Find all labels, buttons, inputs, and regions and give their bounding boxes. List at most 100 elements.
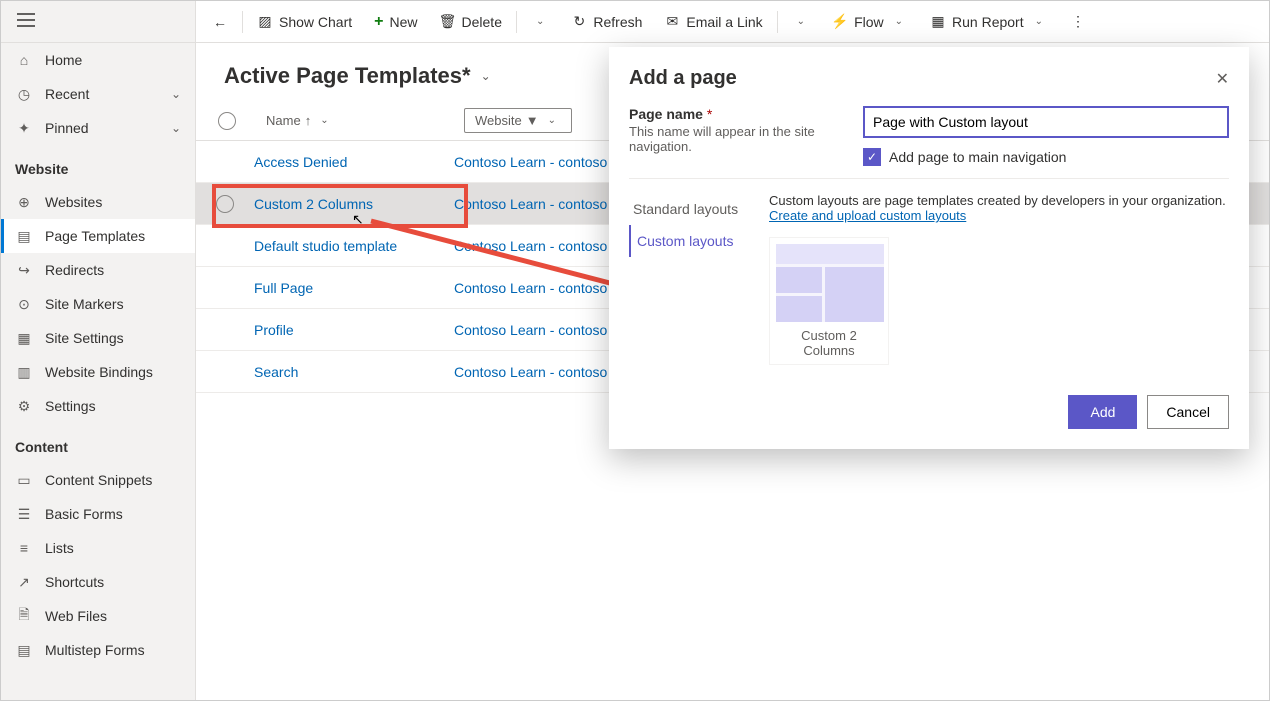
- cell-name: Default studio template: [254, 238, 454, 254]
- nav-label: Site Settings: [45, 330, 124, 346]
- report-icon: ▦: [930, 14, 946, 30]
- snippet-icon: ▭: [15, 471, 33, 489]
- dialog-title: Add a page: [629, 67, 737, 90]
- delete-dropdown[interactable]: ⌄: [521, 12, 559, 31]
- hamburger-button[interactable]: [1, 1, 195, 43]
- cell-website: Contoso Learn - contoso: [454, 154, 607, 170]
- checkbox-checked-icon: ✓: [863, 148, 881, 166]
- nav-shortcuts[interactable]: ↗ Shortcuts: [1, 565, 195, 599]
- email-dropdown[interactable]: ⌄: [782, 12, 820, 31]
- nav-label: Redirects: [45, 262, 104, 278]
- nav-label: Multistep Forms: [45, 642, 145, 658]
- add-nav-checkbox[interactable]: ✓ Add page to main navigation: [863, 148, 1229, 166]
- btn-label: Run Report: [952, 14, 1024, 30]
- checkbox-label: Add page to main navigation: [889, 149, 1066, 165]
- cell-website: Contoso Learn - contoso: [454, 322, 607, 338]
- nav-home[interactable]: ⌂ Home: [1, 43, 195, 77]
- toolbar: ← ▨Show Chart +New 🗑Delete ⌄ ↻Refresh ✉E…: [196, 1, 1269, 43]
- website-link[interactable]: Contoso Learn - contoso: [454, 154, 607, 170]
- chevron-down-icon: ⌄: [171, 87, 181, 101]
- column-website[interactable]: Website ▼⌄: [464, 108, 572, 133]
- nav-label: Shortcuts: [45, 574, 104, 590]
- template-link[interactable]: Default studio template: [254, 238, 397, 254]
- template-link[interactable]: Custom 2 Columns: [254, 196, 373, 212]
- website-link[interactable]: Contoso Learn - contoso: [454, 238, 607, 254]
- create-upload-link[interactable]: Create and upload custom layouts: [769, 208, 966, 223]
- cancel-button[interactable]: Cancel: [1147, 395, 1229, 429]
- nav-label: Pinned: [45, 120, 89, 136]
- binding-icon: ▥: [15, 363, 33, 381]
- tab-standard-layouts[interactable]: Standard layouts: [629, 193, 749, 225]
- back-button[interactable]: ←: [202, 10, 238, 34]
- shortcut-icon: ↗: [15, 573, 33, 591]
- nav-content-snippets[interactable]: ▭Content Snippets: [1, 463, 195, 497]
- cell-name: Custom 2 Columns: [254, 196, 454, 212]
- more-button[interactable]: ⋮: [1060, 10, 1096, 34]
- chevron-down-icon: ⌄: [1030, 16, 1048, 27]
- nav-site-markers[interactable]: ⊙Site Markers: [1, 287, 195, 321]
- nav-pinned[interactable]: ✦Pinned⌄: [1, 111, 195, 145]
- nav-settings[interactable]: ⚙Settings: [1, 389, 195, 423]
- refresh-button[interactable]: ↻Refresh: [561, 10, 652, 34]
- multistep-icon: ▤: [15, 641, 33, 659]
- template-link[interactable]: Profile: [254, 322, 294, 338]
- webfile-icon: 🗎: [15, 607, 33, 625]
- nav-website-bindings[interactable]: ▥Website Bindings: [1, 355, 195, 389]
- cell-website: Contoso Learn - contoso: [454, 364, 607, 380]
- nav-label: Home: [45, 52, 82, 68]
- settings-icon: ▦: [15, 329, 33, 347]
- cell-website: Contoso Learn - contoso: [454, 280, 607, 296]
- add-button[interactable]: Add: [1068, 395, 1137, 429]
- tab-custom-layouts[interactable]: Custom layouts: [629, 225, 749, 257]
- run-report-button[interactable]: ▦ Run Report ⌄: [920, 10, 1058, 34]
- new-button[interactable]: +New: [364, 9, 427, 35]
- cell-website: Contoso Learn - contoso: [454, 238, 607, 254]
- nav-multistep-forms[interactable]: ▤ Multistep Forms: [1, 633, 195, 667]
- flow-icon: ⚡: [832, 14, 848, 30]
- template-link[interactable]: Access Denied: [254, 154, 347, 170]
- chevron-down-icon: ⌄: [543, 115, 561, 126]
- gear-icon: ⚙: [15, 397, 33, 415]
- show-chart-button[interactable]: ▨Show Chart: [247, 10, 362, 34]
- home-icon: ⌂: [15, 51, 33, 69]
- website-link[interactable]: Contoso Learn - contoso: [454, 364, 607, 380]
- layout-card-custom-2-columns[interactable]: Custom 2 Columns: [769, 237, 889, 365]
- nav-label: Basic Forms: [45, 506, 123, 522]
- redirect-icon: ↪: [15, 261, 33, 279]
- nav-web-files[interactable]: 🗎 Web Files: [1, 599, 195, 633]
- chevron-down-icon: ⌄: [792, 16, 810, 27]
- clock-icon: ◷: [15, 85, 33, 103]
- website-link[interactable]: Contoso Learn - contoso: [454, 280, 607, 296]
- delete-button[interactable]: 🗑Delete: [430, 10, 512, 34]
- page-name-input[interactable]: [863, 106, 1229, 138]
- close-button[interactable]: ✕: [1216, 69, 1229, 89]
- website-link[interactable]: Contoso Learn - contoso: [454, 196, 607, 212]
- nav-websites[interactable]: ⊕Websites: [1, 185, 195, 219]
- chevron-down-icon: ⌄: [171, 121, 181, 135]
- nav-label: Page Templates: [45, 228, 145, 244]
- select-all-checkbox[interactable]: [218, 112, 236, 130]
- template-link[interactable]: Search: [254, 364, 298, 380]
- nav-label: Site Markers: [45, 296, 124, 312]
- flow-button[interactable]: ⚡Flow⌄: [822, 10, 918, 34]
- nav-basic-forms[interactable]: ☰Basic Forms: [1, 497, 195, 531]
- page-name-sublabel: This name will appear in the site naviga…: [629, 124, 849, 154]
- column-name[interactable]: Name ↑ ⌄: [266, 113, 464, 128]
- more-icon: ⋮: [1070, 14, 1086, 30]
- nav-site-settings[interactable]: ▦ Site Settings: [1, 321, 195, 355]
- nav-page-templates[interactable]: ▤Page Templates: [1, 219, 195, 253]
- cell-name: Search: [254, 364, 454, 380]
- nav-label: Web Files: [45, 608, 107, 624]
- email-link-button[interactable]: ✉Email a Link: [654, 10, 772, 34]
- title-dropdown[interactable]: ⌄: [481, 69, 491, 83]
- website-link[interactable]: Contoso Learn - contoso: [454, 322, 607, 338]
- list-icon: ≡: [15, 539, 33, 557]
- btn-label: Refresh: [593, 14, 642, 30]
- filter-icon: ▼: [526, 113, 539, 128]
- template-link[interactable]: Full Page: [254, 280, 313, 296]
- row-checkbox[interactable]: [216, 195, 234, 213]
- cursor-pointer-icon: ↖: [352, 211, 364, 228]
- nav-lists[interactable]: ≡Lists: [1, 531, 195, 565]
- nav-redirects[interactable]: ↪ Redirects: [1, 253, 195, 287]
- nav-recent[interactable]: ◷Recent⌄: [1, 77, 195, 111]
